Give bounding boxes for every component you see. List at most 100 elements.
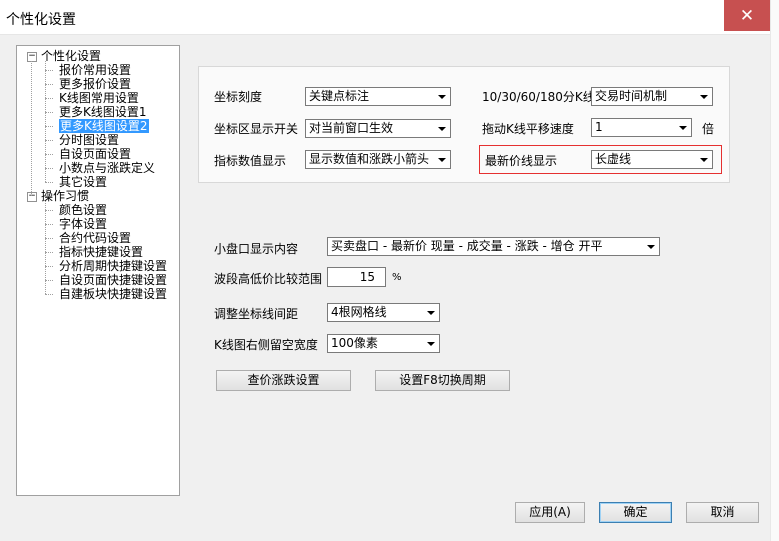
ok-button[interactable]: 确定 xyxy=(599,502,672,523)
dropdown-arrow-icon xyxy=(427,311,435,315)
tree-item[interactable]: 分析周期快捷键设置 xyxy=(45,259,168,273)
close-button[interactable]: ✕ xyxy=(724,0,770,31)
grid-spacing-value: 4根网格线 xyxy=(331,305,387,319)
tree-connector xyxy=(45,224,53,225)
drag-speed-select[interactable]: 1 xyxy=(591,118,692,137)
tree-item-label: 小数点与涨跌定义 xyxy=(59,161,156,175)
drag-speed-label: 拖动K线平移速度 xyxy=(482,122,574,136)
axis-switch-label: 坐标区显示开关 xyxy=(214,122,299,136)
axis-scale-select[interactable]: 关键点标注 xyxy=(305,87,451,106)
band-range-label: 波段高低价比较范围 xyxy=(214,272,323,286)
dropdown-arrow-icon xyxy=(679,126,687,130)
tree-item-label: 其它设置 xyxy=(59,175,108,189)
tree-connector xyxy=(45,84,53,85)
band-range-input[interactable]: 15 xyxy=(327,267,386,287)
axis-scale-value: 关键点标注 xyxy=(309,89,370,103)
dropdown-arrow-icon xyxy=(700,158,708,162)
tree-item-label: 更多K线图设置1 xyxy=(59,105,147,119)
tree-item[interactable]: 分时图设置 xyxy=(45,133,120,147)
dropdown-arrow-icon xyxy=(438,158,446,162)
tree-connector xyxy=(45,112,53,113)
tree-item-label: 分析周期快捷键设置 xyxy=(59,259,168,273)
tree-connector xyxy=(45,280,53,281)
close-icon: ✕ xyxy=(739,5,755,26)
f8-period-settings-button[interactable]: 设置F8切换周期 xyxy=(375,370,510,391)
dropdown-arrow-icon xyxy=(438,127,446,131)
tree-group-node[interactable]: − 个性化设置 xyxy=(27,49,102,63)
tree-connector xyxy=(45,140,53,141)
tree-item-label: 操作习惯 xyxy=(41,189,90,203)
settings-tree[interactable]: − 个性化设置 报价常用设置 更多报价设置 K线图常用设置 更多K线图设置1 更多K线图设置… xyxy=(16,45,180,496)
tree-item[interactable]: 指标快捷键设置 xyxy=(45,245,144,259)
axis-switch-value: 对当前窗口生效 xyxy=(309,121,394,135)
tree-item-label: 自设页面快捷键设置 xyxy=(59,273,168,287)
drag-speed-value: 1 xyxy=(595,120,603,134)
tree-item[interactable]: 字体设置 xyxy=(45,217,108,231)
dropdown-arrow-icon xyxy=(647,245,655,249)
right-space-label: K线图右侧留空宽度 xyxy=(214,338,318,352)
tree-item-label: 字体设置 xyxy=(59,217,108,231)
tree-item[interactable]: 自建板块快捷键设置 xyxy=(45,287,168,301)
tree-item[interactable]: 更多报价设置 xyxy=(45,77,132,91)
right-space-value: 100像素 xyxy=(331,336,378,350)
tree-connector xyxy=(45,266,53,267)
tree-item-label: 自建板块快捷键设置 xyxy=(59,287,168,301)
tree-item[interactable]: 其它设置 xyxy=(45,175,108,189)
period-select[interactable]: 交易时间机制 xyxy=(591,87,713,106)
collapse-icon[interactable]: − xyxy=(27,52,37,62)
tree-item-label: 颜色设置 xyxy=(59,203,108,217)
tree-item-label: 更多报价设置 xyxy=(59,77,132,91)
period-value: 交易时间机制 xyxy=(595,89,668,103)
tree-item[interactable]: 自设页面设置 xyxy=(45,147,132,161)
dropdown-arrow-icon xyxy=(427,342,435,346)
axis-switch-select[interactable]: 对当前窗口生效 xyxy=(305,119,451,138)
tree-item[interactable]: 小数点与涨跌定义 xyxy=(45,161,156,175)
indicator-display-label: 指标数值显示 xyxy=(214,154,287,168)
background-scrollbar xyxy=(770,0,779,541)
tree-connector xyxy=(45,201,46,294)
tree-connector xyxy=(45,182,53,183)
indicator-display-value: 显示数值和涨跌小箭头 xyxy=(309,152,430,166)
tree-item-label: 分时图设置 xyxy=(59,133,120,147)
dropdown-arrow-icon xyxy=(438,95,446,99)
tree-connector xyxy=(45,70,53,71)
tree-item-label: 指标快捷键设置 xyxy=(59,245,144,259)
tree-item-label: 个性化设置 xyxy=(41,49,102,63)
tree-connector xyxy=(45,154,53,155)
mini-panel-label: 小盘口显示内容 xyxy=(214,242,299,256)
drag-speed-unit: 倍 xyxy=(702,122,715,136)
mini-panel-value: 买卖盘口 - 最新价 现量 - 成交量 - 涨跌 - 增仓 开平 xyxy=(331,239,603,253)
tree-item[interactable]: K线图常用设置 xyxy=(45,91,139,105)
tree-item[interactable]: 合约代码设置 xyxy=(45,231,131,245)
apply-button[interactable]: 应用(A) xyxy=(515,502,585,523)
right-space-select[interactable]: 100像素 xyxy=(327,334,440,353)
price-change-settings-button[interactable]: 查价涨跌设置 xyxy=(216,370,351,391)
tree-item[interactable]: 报价常用设置 xyxy=(45,63,132,77)
tree-item[interactable]: 更多K线图设置2 xyxy=(45,119,149,133)
window-title: 个性化设置 xyxy=(6,12,76,28)
latest-price-line-select[interactable]: 长虚线 xyxy=(591,150,713,169)
tree-item[interactable]: 自设页面快捷键设置 xyxy=(45,273,168,287)
tree-connector xyxy=(31,61,32,196)
cancel-button[interactable]: 取消 xyxy=(686,502,759,523)
tree-connector xyxy=(45,238,53,239)
collapse-icon[interactable]: − xyxy=(27,192,37,202)
period-label: 10/30/60/180分K线 xyxy=(482,90,595,104)
tree-item-label: K线图常用设置 xyxy=(59,91,139,105)
grid-spacing-label: 调整坐标线间距 xyxy=(214,307,299,321)
title-bar: 个性化设置 ✕ xyxy=(0,0,779,35)
tree-item[interactable]: 更多K线图设置1 xyxy=(45,105,147,119)
tree-item[interactable]: 颜色设置 xyxy=(45,203,108,217)
band-range-unit: % xyxy=(392,272,402,283)
grid-spacing-select[interactable]: 4根网格线 xyxy=(327,303,440,322)
indicator-display-select[interactable]: 显示数值和涨跌小箭头 xyxy=(305,150,451,169)
tree-item-label: 自设页面设置 xyxy=(59,147,132,161)
tree-connector xyxy=(45,61,46,182)
tree-connector xyxy=(45,98,53,99)
tree-item-label: 报价常用设置 xyxy=(59,63,132,77)
tree-connector xyxy=(45,294,53,295)
tree-group-node[interactable]: − 操作习惯 xyxy=(27,189,90,203)
latest-price-line-label: 最新价线显示 xyxy=(485,154,558,168)
mini-panel-select[interactable]: 买卖盘口 - 最新价 现量 - 成交量 - 涨跌 - 增仓 开平 xyxy=(327,237,660,256)
tree-connector xyxy=(45,252,53,253)
